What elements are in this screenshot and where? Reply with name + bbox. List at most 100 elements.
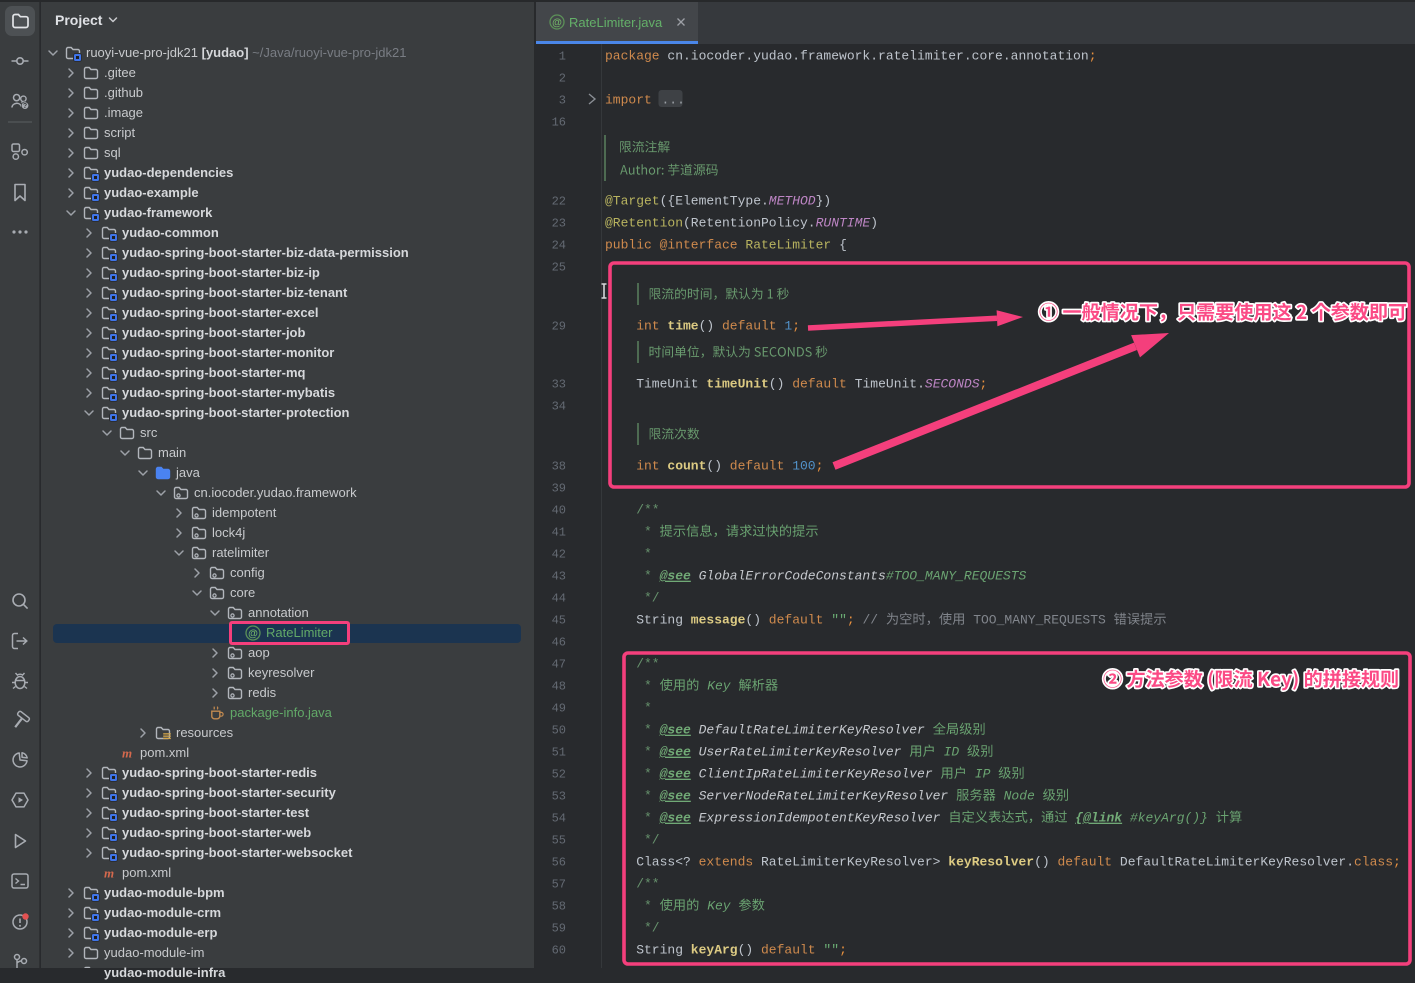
- svg-text:58: 58: [552, 900, 566, 914]
- svg-text:*/: */: [644, 921, 660, 936]
- svg-text:2: 2: [559, 72, 566, 86]
- svg-text:57: 57: [552, 878, 566, 892]
- svg-text:48: 48: [552, 680, 566, 694]
- svg-text:*: *: [644, 767, 660, 782]
- svg-text:50: 50: [552, 724, 566, 738]
- svg-text:(): (): [706, 459, 729, 474]
- svg-text:/**: /**: [636, 503, 659, 518]
- svg-text:.: .: [761, 194, 769, 209]
- svg-text:cn.iocoder.yudao.framework.rat: cn.iocoder.yudao.framework.ratelimiter.c…: [667, 49, 1088, 64]
- svg-text:49: 49: [552, 702, 566, 716]
- svg-text:41: 41: [552, 526, 566, 540]
- svg-text:extends: extends: [699, 855, 761, 870]
- svg-text:23: 23: [552, 217, 566, 231]
- svg-text:UserRateLimiterKeyResolver: UserRateLimiterKeyResolver: [699, 745, 902, 760]
- svg-text:int: int: [636, 459, 667, 474]
- svg-text:"": "": [823, 943, 839, 958]
- svg-text:package: package: [605, 49, 667, 64]
- svg-text:ID: ID: [936, 745, 967, 760]
- svg-text:DefaultRateLimiterKeyResolver: DefaultRateLimiterKeyResolver: [1120, 855, 1346, 870]
- svg-text:59: 59: [552, 922, 566, 936]
- svg-text:25: 25: [552, 261, 566, 275]
- svg-text:100: 100: [792, 459, 815, 474]
- svg-text:*: *: [644, 899, 660, 914]
- svg-text:#keyArg()}: #keyArg()}: [1122, 811, 1208, 826]
- svg-text:time: time: [667, 319, 698, 334]
- svg-text:ClientIpRateLimiterKeyResolver: ClientIpRateLimiterKeyResolver: [699, 767, 933, 782]
- svg-text:count: count: [667, 459, 706, 474]
- svg-text:DefaultRateLimiterKeyResolver: DefaultRateLimiterKeyResolver: [699, 723, 925, 738]
- svg-text:import: import: [605, 93, 660, 108]
- svg-text:(): (): [699, 319, 722, 334]
- svg-text:default: default: [792, 377, 854, 392]
- svg-text:}): }): [816, 194, 832, 209]
- svg-text:;: ;: [980, 377, 988, 392]
- svg-text:@see: @see: [660, 569, 691, 584]
- svg-text:@see: @see: [660, 745, 691, 760]
- svg-text:29: 29: [552, 320, 566, 334]
- svg-text:IP: IP: [967, 767, 998, 782]
- svg-text:*: *: [644, 547, 652, 562]
- svg-text:60: 60: [552, 944, 566, 958]
- svg-text:int: int: [636, 319, 667, 334]
- svg-text:;: ;: [816, 459, 824, 474]
- svg-text:.: .: [808, 216, 816, 231]
- svg-text:53: 53: [552, 790, 566, 804]
- svg-text:42: 42: [552, 548, 566, 562]
- svg-text:(): (): [738, 943, 761, 958]
- svg-text:52: 52: [552, 768, 566, 782]
- svg-text:Class<?: Class<?: [636, 855, 698, 870]
- svg-text:3: 3: [559, 94, 566, 108]
- svg-text:*/: */: [644, 833, 660, 848]
- svg-text:...: ...: [662, 93, 685, 108]
- svg-text:message: message: [691, 613, 746, 628]
- svg-text:43: 43: [552, 570, 566, 584]
- svg-text:/**: /**: [636, 657, 659, 672]
- svg-text:22: 22: [552, 195, 566, 209]
- svg-text:45: 45: [552, 614, 566, 628]
- svg-text:*: *: [644, 789, 660, 804]
- svg-text:String: String: [636, 613, 691, 628]
- svg-text:54: 54: [552, 812, 566, 826]
- svg-text:46: 46: [552, 636, 566, 650]
- svg-text:*/: */: [644, 591, 660, 606]
- svg-text:RetentionPolicy: RetentionPolicy: [691, 216, 808, 231]
- svg-text:class: class: [1354, 855, 1393, 870]
- svg-text:*: *: [644, 723, 660, 738]
- svg-text:Node: Node: [996, 789, 1043, 804]
- svg-text:47: 47: [552, 658, 566, 672]
- svg-text:*: *: [644, 745, 660, 760]
- svg-text:): ): [870, 216, 878, 231]
- svg-text:Key: Key: [707, 679, 732, 694]
- svg-text:default: default: [1058, 855, 1120, 870]
- svg-text:@see: @see: [660, 723, 691, 738]
- svg-text:*: *: [644, 569, 660, 584]
- svg-text:.: .: [1346, 855, 1354, 870]
- svg-text:39: 39: [552, 482, 566, 496]
- svg-text:@see: @see: [660, 789, 691, 804]
- svg-text://: //: [863, 613, 886, 628]
- svg-text:public: public: [605, 238, 660, 253]
- svg-text:GlobalErrorCodeConstants: GlobalErrorCodeConstants: [699, 569, 886, 584]
- svg-text:TOO_MANY_REQUESTS: TOO_MANY_REQUESTS: [965, 613, 1113, 628]
- svg-text:*: *: [644, 525, 660, 540]
- svg-text:40: 40: [552, 504, 566, 518]
- svg-text:*: *: [644, 679, 660, 694]
- svg-text:@interface: @interface: [660, 238, 746, 253]
- svg-text:/**: /**: [636, 877, 659, 892]
- svg-text:16: 16: [552, 116, 566, 130]
- svg-text:(): (): [745, 613, 768, 628]
- svg-text:51: 51: [552, 746, 566, 760]
- svg-text:;: ;: [792, 319, 800, 334]
- svg-text:(: (: [683, 216, 691, 231]
- svg-text:Key: Key: [707, 899, 732, 914]
- svg-text:keyArg: keyArg: [691, 943, 738, 958]
- svg-text:String: String: [636, 943, 691, 958]
- svg-text:*: *: [644, 701, 652, 716]
- svg-text:@see: @see: [660, 767, 691, 782]
- svg-text:keyResolver: keyResolver: [948, 855, 1034, 870]
- svg-text:(): (): [769, 377, 792, 392]
- svg-text:44: 44: [552, 592, 566, 606]
- svg-text:24: 24: [552, 239, 566, 253]
- svg-text:;: ;: [847, 613, 863, 628]
